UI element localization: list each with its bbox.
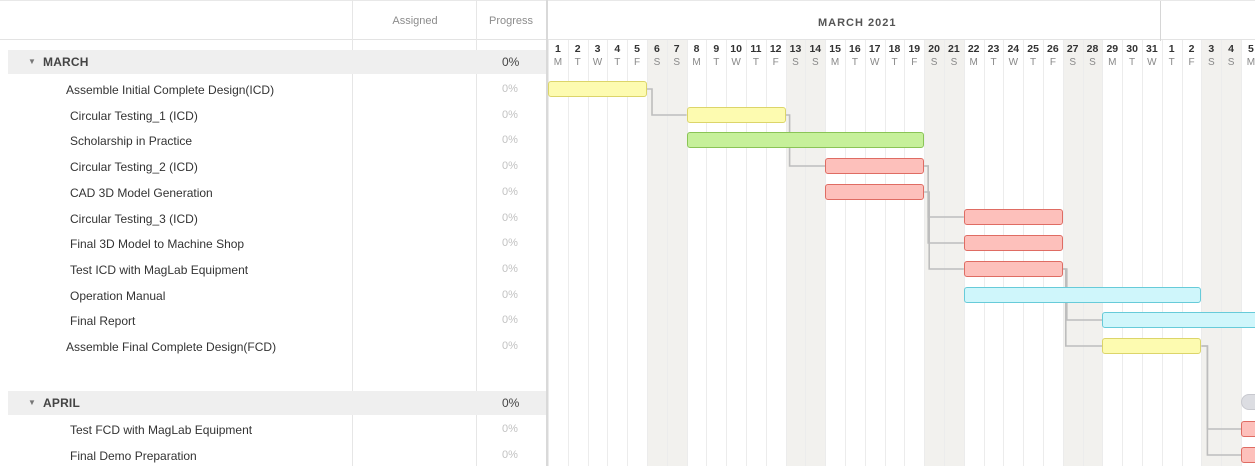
task-progress: 0% <box>502 237 518 250</box>
task-row[interactable]: Final 3D Model to Machine Shop 0% <box>0 231 546 257</box>
group-progress: 0% <box>502 55 520 69</box>
task-bar[interactable] <box>548 81 647 97</box>
task-row[interactable]: Test FCD with MagLab Equipment 0% <box>0 417 546 443</box>
task-name[interactable]: Test FCD with MagLab Equipment <box>70 423 252 437</box>
task-bar[interactable] <box>825 184 925 200</box>
task-name[interactable]: Final 3D Model to Machine Shop <box>70 237 244 251</box>
task-bar[interactable] <box>1241 421 1255 437</box>
task-bar[interactable] <box>963 287 1202 303</box>
task-name[interactable]: Assemble Initial Complete Design(ICD) <box>66 83 274 97</box>
task-name[interactable]: CAD 3D Model Generation <box>70 186 213 200</box>
task-name[interactable]: Final Report <box>70 314 135 328</box>
task-bar[interactable] <box>686 132 925 148</box>
task-row[interactable]: Final Demo Preparation 0% <box>0 443 546 466</box>
gantt-timeline[interactable]: MARCH 2021 1 M 2 T 3 W 4 T 5 F 6 S 7 S 8 M 9 T 10 W 11 T 12 F 13… <box>548 0 1255 466</box>
group-summary-bar[interactable] <box>1241 394 1255 410</box>
collapse-triangle-icon[interactable]: ▼ <box>28 398 36 407</box>
group-label: APRIL <box>43 396 80 410</box>
task-bar[interactable] <box>825 158 925 174</box>
group-label: MARCH <box>43 55 89 69</box>
task-name[interactable]: Circular Testing_2 (ICD) <box>70 160 198 174</box>
task-bar[interactable] <box>1241 447 1255 463</box>
dependency-line <box>1201 345 1241 456</box>
task-name[interactable]: Final Demo Preparation <box>70 449 197 463</box>
dependency-line <box>647 88 687 116</box>
task-row[interactable]: Circular Testing_3 (ICD) 0% <box>0 206 546 232</box>
grid-header: Assigned Progress <box>0 0 546 40</box>
task-progress: 0% <box>502 83 518 95</box>
task-row[interactable]: Circular Testing_1 (ICD) 0% <box>0 103 546 129</box>
dependency-line <box>924 165 964 244</box>
column-header-progress[interactable]: Progress <box>477 15 545 27</box>
dependency-line <box>924 191 964 270</box>
task-name[interactable]: Test ICD with MagLab Equipment <box>70 263 248 277</box>
task-progress: 0% <box>502 134 518 147</box>
task-row[interactable]: Assemble Final Complete Design(FCD) 0% <box>0 334 546 360</box>
task-progress: 0% <box>502 108 518 121</box>
dependency-line <box>1062 268 1103 347</box>
task-progress: 0% <box>502 211 518 224</box>
task-row[interactable]: Circular Testing_2 (ICD) 0% <box>0 154 546 180</box>
task-row[interactable]: CAD 3D Model Generation 0% <box>0 180 546 206</box>
task-grid: Assigned Progress ▼ MARCH 0% Assemble In… <box>0 0 548 466</box>
column-header-assigned[interactable]: Assigned <box>370 15 460 27</box>
task-name[interactable]: Operation Manual <box>70 289 165 303</box>
task-row[interactable]: Final Report 0% <box>0 308 546 334</box>
task-bar[interactable] <box>1102 338 1202 354</box>
task-progress: 0% <box>502 448 518 461</box>
task-row[interactable]: Scholarship in Practice 0% <box>0 128 546 154</box>
group-progress: 0% <box>502 396 520 410</box>
task-progress: 0% <box>502 314 518 327</box>
task-name[interactable]: Assemble Final Complete Design(FCD) <box>66 340 276 354</box>
task-progress: 0% <box>502 423 518 435</box>
dependency-line <box>924 165 964 218</box>
task-name[interactable]: Circular Testing_3 (ICD) <box>70 212 198 226</box>
task-name[interactable]: Circular Testing_1 (ICD) <box>70 109 198 123</box>
task-bar[interactable] <box>963 209 1063 225</box>
task-bar[interactable] <box>686 107 786 123</box>
task-bar[interactable] <box>963 235 1063 251</box>
task-bar[interactable] <box>963 261 1063 277</box>
task-progress: 0% <box>502 160 518 173</box>
group-row-march[interactable]: ▼ MARCH 0% <box>8 50 546 74</box>
task-row[interactable]: Test ICD with MagLab Equipment 0% <box>0 257 546 283</box>
dependency-lines <box>647 88 1241 456</box>
task-progress: 0% <box>502 288 518 301</box>
collapse-triangle-icon[interactable]: ▼ <box>28 57 36 66</box>
task-progress: 0% <box>502 340 518 352</box>
task-bar[interactable] <box>1102 312 1255 328</box>
task-name[interactable]: Scholarship in Practice <box>70 134 192 148</box>
task-row[interactable]: Assemble Initial Complete Design(ICD) 0% <box>0 77 546 103</box>
task-progress: 0% <box>502 262 518 275</box>
task-progress: 0% <box>502 185 518 198</box>
task-row[interactable]: Operation Manual 0% <box>0 283 546 309</box>
group-row-april[interactable]: ▼ APRIL 0% <box>8 391 546 415</box>
